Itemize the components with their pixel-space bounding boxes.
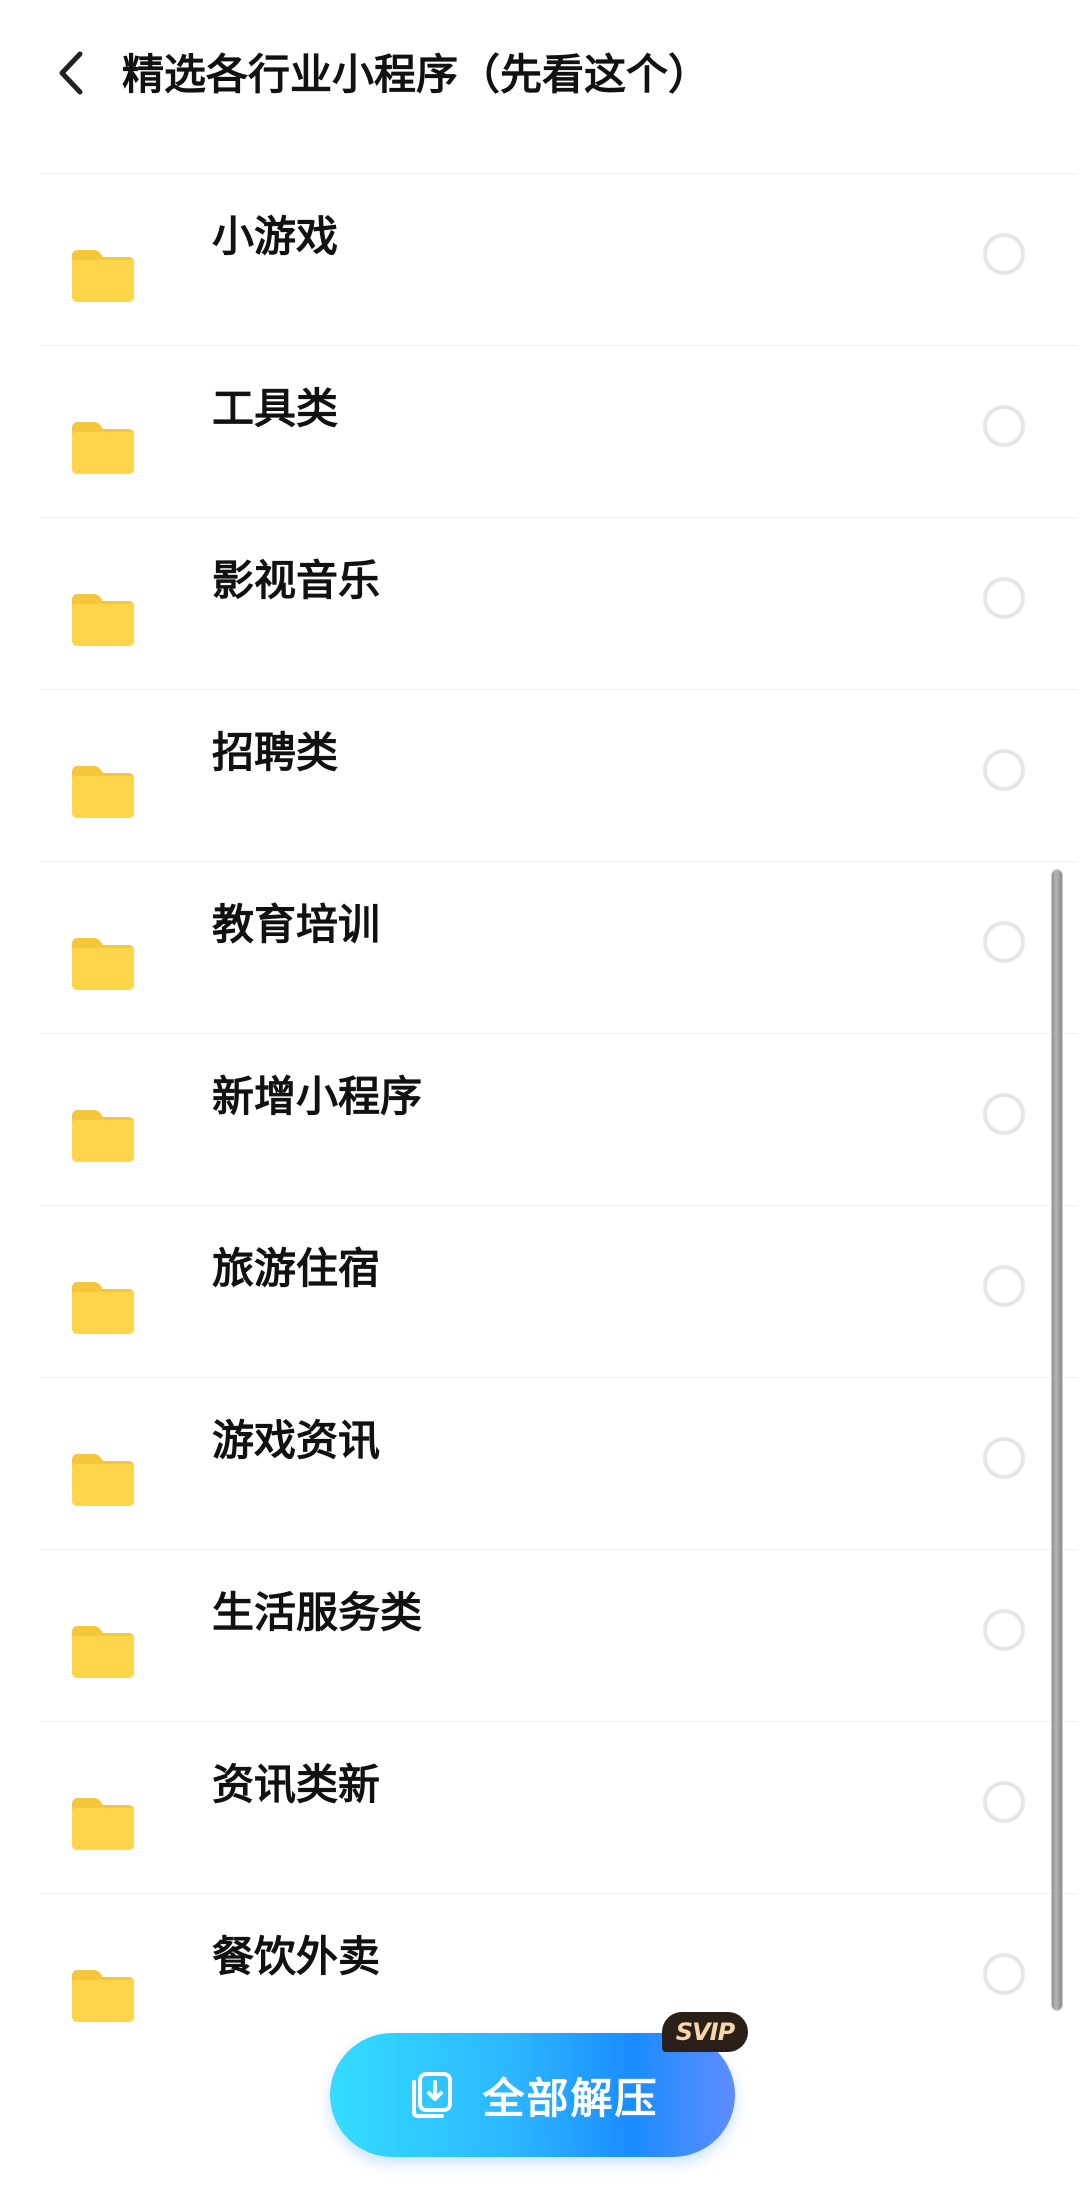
file-name: 游戏资讯 — [212, 1416, 381, 1465]
select-radio[interactable] — [983, 577, 1025, 619]
file-name: 餐饮外卖 — [212, 1932, 381, 1981]
file-name: 影视音乐 — [212, 556, 381, 605]
file-name: 小游戏 — [212, 212, 339, 261]
folder-icon — [72, 1970, 134, 2022]
unzip-icon — [412, 2072, 453, 2118]
list-item[interactable]: 影视音乐 — [40, 518, 1077, 690]
list-item[interactable]: 招聘类 — [40, 690, 1077, 862]
folder-icon — [72, 1110, 134, 1162]
file-name: 教育培训 — [212, 900, 381, 949]
page-title: 精选各行业小程序（先看这个） — [122, 50, 711, 99]
folder-icon — [72, 766, 134, 818]
back-button[interactable] — [42, 38, 102, 108]
extract-all-label: 全部解压 — [482, 2073, 659, 2123]
select-radio[interactable] — [983, 1781, 1025, 1823]
list-item[interactable]: 生活服务类 — [40, 1550, 1077, 1722]
select-radio[interactable] — [983, 1265, 1025, 1307]
select-radio[interactable] — [983, 405, 1025, 447]
folder-icon — [72, 1798, 134, 1850]
folder-icon — [72, 422, 134, 474]
list-item[interactable]: 新增小程序 — [40, 1034, 1077, 1206]
file-name: 招聘类 — [212, 728, 339, 777]
list-item[interactable]: 工具类 — [40, 346, 1077, 518]
file-name: 工具类 — [212, 384, 339, 433]
select-radio[interactable] — [983, 233, 1025, 275]
folder-icon — [72, 594, 134, 646]
folder-icon — [72, 1282, 134, 1334]
list-item[interactable]: 旅游住宿 — [40, 1206, 1077, 1378]
file-name: 生活服务类 — [212, 1588, 423, 1637]
select-radio[interactable] — [983, 1609, 1025, 1651]
folder-icon — [72, 938, 134, 990]
list-item[interactable]: 资讯类新 — [40, 1722, 1077, 1894]
svip-badge: SVIP — [662, 2012, 748, 2052]
file-name: 资讯类新 — [212, 1760, 381, 1809]
file-name: 旅游住宿 — [212, 1244, 381, 1293]
list-item[interactable]: 小游戏 — [40, 174, 1077, 346]
folder-icon — [72, 250, 134, 302]
select-radio[interactable] — [983, 921, 1025, 963]
top-bar: 精选各行业小程序（先看这个） — [0, 0, 1080, 150]
list-item[interactable]: 游戏资讯 — [40, 1378, 1077, 1550]
select-radio[interactable] — [983, 1093, 1025, 1135]
folder-icon — [72, 1626, 134, 1678]
folder-icon — [72, 1454, 134, 1506]
file-list: 小游戏 工具类 影视音乐 招聘类 教育培训 新增小程序 旅游住宿 游戏资讯 生活… — [40, 173, 1077, 2065]
chevron-left-icon — [59, 51, 83, 95]
select-radio[interactable] — [983, 749, 1025, 791]
list-item[interactable]: 教育培训 — [40, 862, 1077, 1034]
scrollbar[interactable] — [1052, 870, 1062, 2010]
file-name: 新增小程序 — [212, 1072, 423, 1121]
select-radio[interactable] — [983, 1437, 1025, 1479]
select-radio[interactable] — [983, 1953, 1025, 1995]
